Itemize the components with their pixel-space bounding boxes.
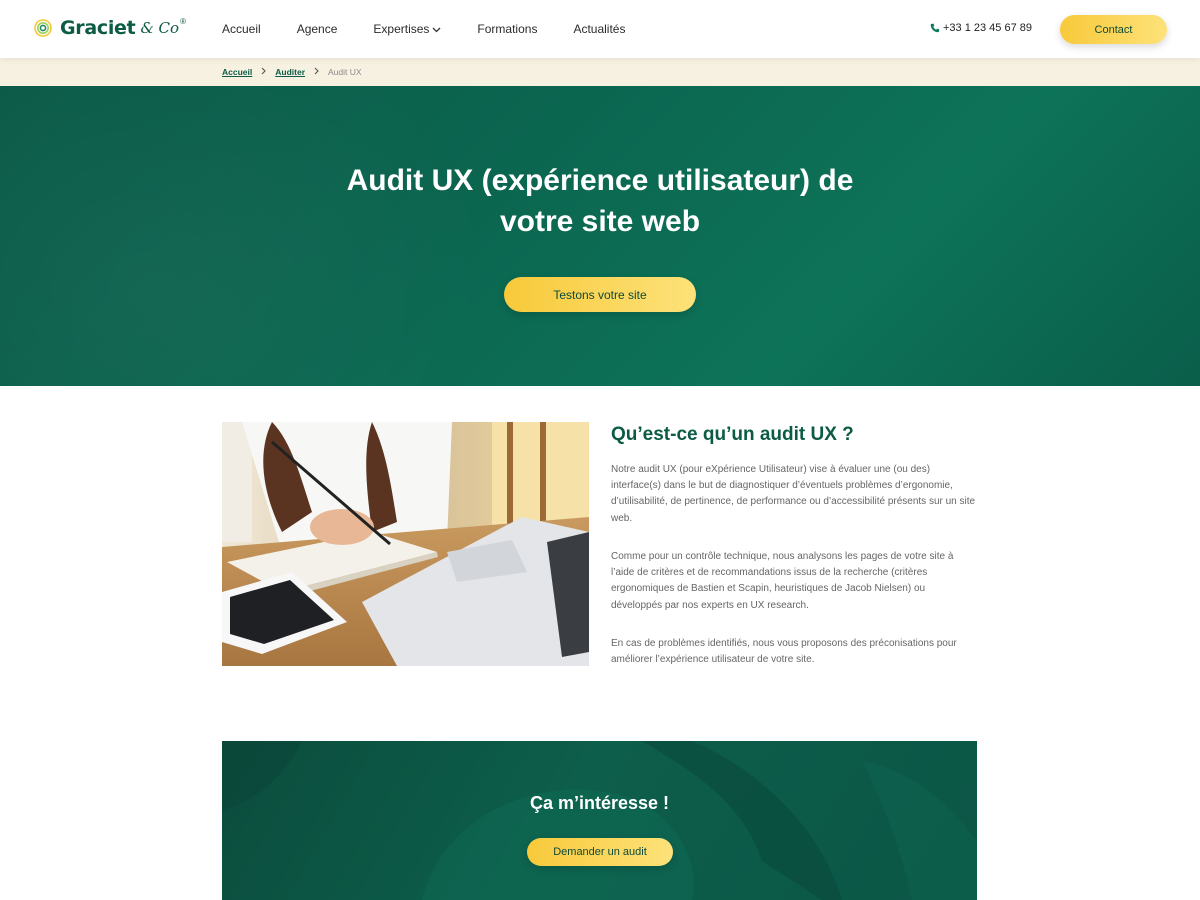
nav-item-expertises[interactable]: Expertises bbox=[373, 22, 441, 36]
nav-item-expertises-label: Expertises bbox=[373, 22, 430, 36]
nav-item-formations[interactable]: Formations bbox=[477, 22, 537, 36]
chevron-down-icon bbox=[432, 22, 441, 36]
chevron-right-icon bbox=[261, 67, 267, 77]
intro-paragraph-2: Comme pour un contrôle technique, nous a… bbox=[611, 551, 954, 611]
cta-banner: Ça m’intéresse ! Demander un audit bbox=[222, 741, 977, 900]
phone-icon bbox=[930, 23, 940, 33]
logo-name: Graciet bbox=[60, 17, 136, 39]
intro-paragraph-1: Notre audit UX (pour eXpérience Utilisat… bbox=[611, 464, 976, 524]
main-nav: Accueil Agence Expertises Formations Act… bbox=[222, 0, 661, 58]
logo-suffix: & Co bbox=[140, 19, 180, 37]
nav-item-accueil[interactable]: Accueil bbox=[222, 22, 261, 36]
nav-item-agence[interactable]: Agence bbox=[297, 22, 338, 36]
phone-number: +33 1 23 45 67 89 bbox=[943, 22, 1032, 34]
cta-title: Ça m’intéresse ! bbox=[529, 793, 670, 813]
intro-photo bbox=[222, 422, 589, 666]
leaf-background bbox=[222, 741, 977, 900]
logo[interactable]: Graciet & Co ® bbox=[33, 15, 186, 41]
page-title-line2: votre site web bbox=[499, 205, 701, 238]
breadcrumb-current: Audit UX bbox=[328, 67, 362, 77]
intro-paragraph-3: En cas de problèmes identifiés, nous vou… bbox=[611, 638, 957, 666]
contact-button[interactable]: Contact bbox=[1060, 15, 1167, 44]
page-title: Audit UX (expérience utilisateur) de vot… bbox=[300, 160, 900, 242]
breadcrumb-link-auditer[interactable]: Auditer bbox=[275, 67, 305, 77]
logo-registered-mark: ® bbox=[180, 16, 186, 26]
intro-title: Qu’est-ce qu’un audit UX ? bbox=[611, 424, 854, 445]
logo-rings-icon bbox=[33, 18, 57, 38]
request-audit-button[interactable]: Demander un audit bbox=[527, 838, 673, 866]
phone-link[interactable]: +33 1 23 45 67 89 bbox=[930, 22, 1032, 34]
hero-section: Audit UX (expérience utilisateur) de vot… bbox=[0, 86, 1200, 386]
chevron-right-icon bbox=[314, 67, 319, 77]
breadcrumb: Accueil Auditer Audit UX bbox=[0, 58, 1200, 86]
page-title-line1: Audit UX (expérience utilisateur) de bbox=[346, 164, 854, 197]
site-header: Graciet & Co ® Accueil Agence Expertises… bbox=[0, 0, 1200, 58]
breadcrumb-link-accueil[interactable]: Accueil bbox=[222, 67, 252, 77]
test-site-button[interactable]: Testons votre site bbox=[504, 277, 696, 312]
nav-item-actualites[interactable]: Actualités bbox=[573, 22, 625, 36]
